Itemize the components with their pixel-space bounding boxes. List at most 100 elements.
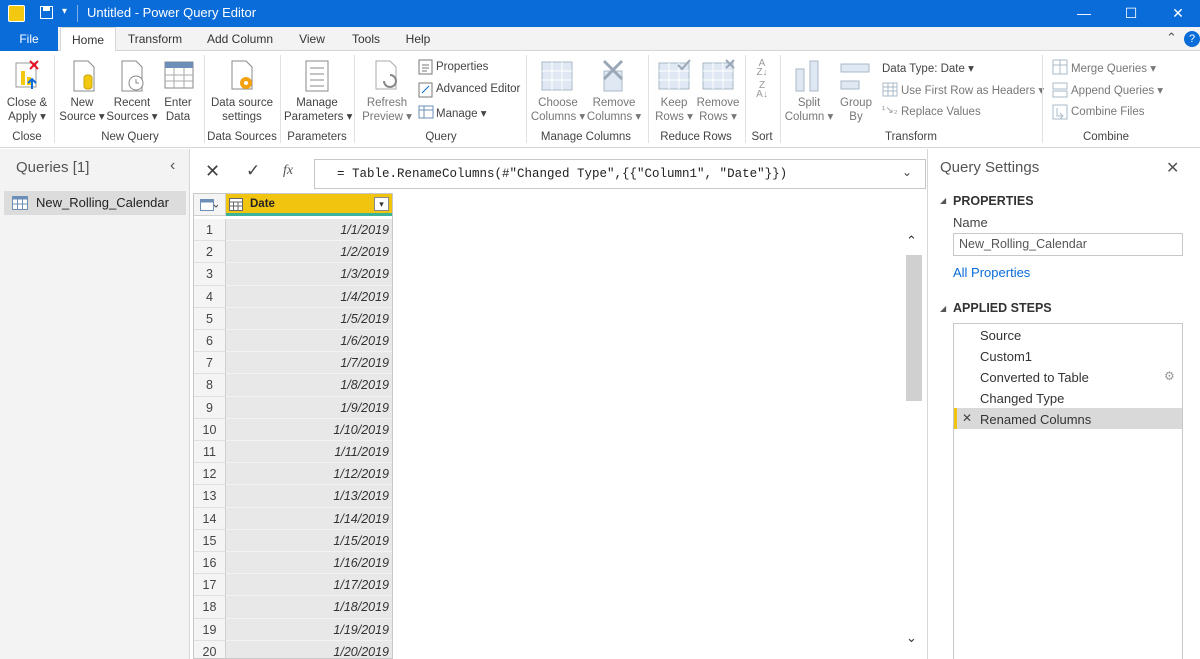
replace-values-button[interactable]: Replace Values — [901, 106, 981, 118]
date-cell[interactable]: 1/7/2019 — [226, 352, 392, 375]
sort-ascending-icon[interactable]: A Z↓ — [752, 59, 772, 79]
date-cell[interactable]: 1/9/2019 — [226, 396, 392, 419]
refresh-preview-button[interactable]: Refresh Preview ▾ — [360, 96, 414, 124]
date-cell[interactable]: 1/16/2019 — [226, 552, 392, 575]
combine-files-button[interactable]: Combine Files — [1071, 106, 1145, 118]
row-number[interactable]: 12 — [194, 463, 226, 486]
row-number[interactable]: 8 — [194, 374, 226, 397]
collapse-steps-icon[interactable]: ◢ — [940, 304, 946, 313]
collapse-properties-icon[interactable]: ◢ — [940, 196, 946, 205]
maximize-button[interactable]: ☐ — [1108, 0, 1154, 27]
tab-add-column[interactable]: Add Column — [200, 27, 280, 51]
date-cell[interactable]: 1/3/2019 — [226, 263, 392, 286]
close-button[interactable]: ✕ — [1155, 0, 1200, 27]
query-name-input[interactable]: New_Rolling_Calendar — [953, 233, 1183, 256]
date-cell[interactable]: 1/10/2019 — [226, 418, 392, 441]
new-source-button[interactable]: New Source ▾ — [58, 96, 106, 124]
step-source[interactable]: Source — [980, 328, 1021, 343]
merge-queries-button[interactable]: Merge Queries ▾ — [1071, 61, 1156, 75]
scroll-up-icon[interactable]: ⌃ — [906, 233, 917, 249]
group-by-button[interactable]: Group By — [838, 96, 874, 124]
help-icon[interactable]: ? — [1184, 31, 1200, 47]
remove-rows-button[interactable]: Remove Rows ▾ — [696, 96, 740, 124]
tab-help[interactable]: Help — [398, 27, 438, 51]
enter-data-button[interactable]: Enter Data — [158, 96, 198, 124]
date-cell[interactable]: 1/14/2019 — [226, 507, 392, 530]
query-item[interactable]: New_Rolling_Calendar — [4, 191, 186, 215]
recent-sources-button[interactable]: Recent Sources ▾ — [106, 96, 158, 124]
formula-input[interactable]: = Table.RenameColumns(#"Changed Type",{{… — [314, 159, 926, 189]
remove-columns-button[interactable]: Remove Columns ▾ — [586, 96, 642, 124]
row-number[interactable]: 9 — [194, 396, 226, 419]
step-renamed-columns[interactable]: Renamed Columns — [980, 412, 1091, 427]
all-properties-link[interactable]: All Properties — [953, 265, 1030, 280]
close-settings-icon[interactable]: ✕ — [1166, 158, 1179, 178]
date-cell[interactable]: 1/4/2019 — [226, 285, 392, 308]
date-cell[interactable]: 1/19/2019 — [226, 618, 392, 641]
row-number[interactable]: 3 — [194, 263, 226, 286]
fx-icon[interactable]: fx — [283, 163, 293, 179]
date-cell[interactable]: 1/18/2019 — [226, 596, 392, 619]
save-icon[interactable] — [40, 6, 53, 19]
date-cell[interactable]: 1/5/2019 — [226, 307, 392, 330]
date-cell[interactable]: 1/12/2019 — [226, 463, 392, 486]
date-cell[interactable]: 1/13/2019 — [226, 485, 392, 508]
row-number[interactable]: 2 — [194, 241, 226, 264]
vertical-scrollbar-thumb[interactable] — [906, 255, 922, 401]
tab-transform[interactable]: Transform — [120, 27, 190, 51]
row-number[interactable]: 5 — [194, 307, 226, 330]
date-cell[interactable]: 1/2/2019 — [226, 241, 392, 264]
scroll-down-icon[interactable]: ⌄ — [906, 630, 917, 646]
step-custom1[interactable]: Custom1 — [980, 349, 1032, 364]
row-number[interactable]: 13 — [194, 485, 226, 508]
collapse-ribbon-icon[interactable]: ⌃ — [1166, 30, 1177, 46]
step-converted-to-table[interactable]: Converted to Table — [980, 370, 1089, 385]
data-source-settings-button[interactable]: Data source settings — [208, 96, 276, 124]
column-filter-button[interactable]: ▾ — [374, 197, 389, 211]
column-header-date[interactable]: Date ▾ — [226, 194, 392, 216]
date-cell[interactable]: 1/15/2019 — [226, 529, 392, 552]
row-number[interactable]: 16 — [194, 552, 226, 575]
tab-home[interactable]: Home — [60, 27, 116, 52]
commit-formula-icon[interactable]: ✓ — [246, 161, 260, 181]
split-column-button[interactable]: Split Column ▾ — [784, 96, 834, 124]
step-settings-gear-icon[interactable]: ⚙ — [1164, 369, 1175, 383]
data-type-dropdown[interactable]: Data Type: Date ▾ — [882, 61, 974, 75]
row-number[interactable]: 19 — [194, 618, 226, 641]
row-number[interactable]: 1 — [194, 219, 226, 242]
choose-columns-button[interactable]: Choose Columns ▾ — [530, 96, 586, 124]
use-first-row-button[interactable]: Use First Row as Headers ▾ — [901, 83, 1044, 97]
row-number[interactable]: 15 — [194, 529, 226, 552]
row-number[interactable]: 6 — [194, 330, 226, 353]
quick-access-dropdown-icon[interactable]: ▾ — [62, 6, 67, 17]
row-number[interactable]: 10 — [194, 418, 226, 441]
date-cell[interactable]: 1/6/2019 — [226, 330, 392, 353]
properties-button[interactable]: Properties — [436, 61, 488, 73]
close-apply-button[interactable]: Close & Apply ▾ — [4, 96, 50, 124]
cancel-formula-icon[interactable]: ✕ — [205, 161, 220, 182]
row-number[interactable]: 18 — [194, 596, 226, 619]
advanced-editor-button[interactable]: Advanced Editor — [436, 83, 520, 95]
row-number[interactable]: 20 — [194, 640, 226, 658]
date-cell[interactable]: 1/20/2019 — [226, 640, 392, 658]
tab-view[interactable]: View — [290, 27, 334, 51]
table-menu-icon[interactable] — [194, 194, 226, 216]
keep-rows-button[interactable]: Keep Rows ▾ — [652, 96, 696, 124]
sort-descending-icon[interactable]: Z A↓ — [752, 81, 772, 101]
date-cell[interactable]: 1/17/2019 — [226, 574, 392, 597]
manage-button[interactable]: Manage ▾ — [436, 106, 487, 120]
row-number[interactable]: 4 — [194, 285, 226, 308]
row-number[interactable]: 17 — [194, 574, 226, 597]
date-type-icon[interactable] — [229, 198, 243, 211]
expand-formula-icon[interactable]: ⌄ — [902, 165, 912, 179]
append-queries-button[interactable]: Append Queries ▾ — [1071, 83, 1163, 97]
minimize-button[interactable]: — — [1061, 0, 1107, 27]
manage-parameters-button[interactable]: Manage Parameters ▾ — [284, 96, 352, 124]
delete-step-icon[interactable]: ✕ — [962, 411, 972, 425]
step-changed-type[interactable]: Changed Type — [980, 391, 1064, 406]
date-cell[interactable]: 1/11/2019 — [226, 441, 392, 464]
row-number[interactable]: 14 — [194, 507, 226, 530]
row-number[interactable]: 7 — [194, 352, 226, 375]
tab-file[interactable]: File — [0, 27, 58, 51]
row-number[interactable]: 11 — [194, 441, 226, 464]
